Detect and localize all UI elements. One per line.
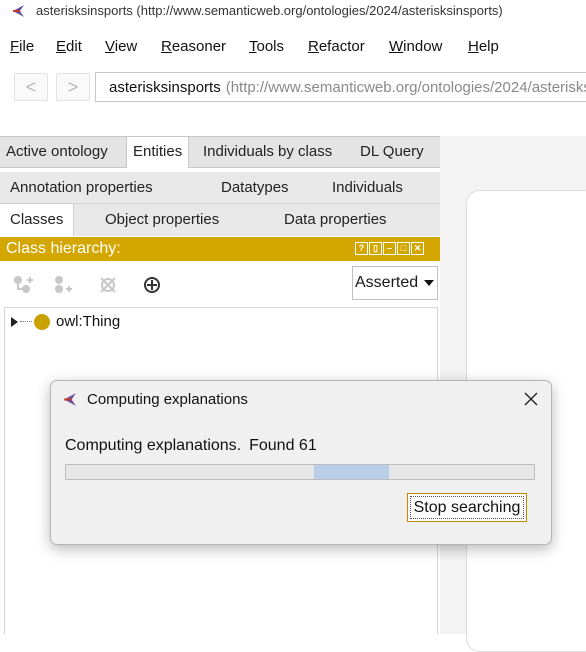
class-options-icon[interactable] [141,274,163,296]
class-bullet-icon [34,313,50,330]
active-ontology-selector[interactable]: asterisksinsports (http://www.semanticwe… [95,72,586,102]
computing-explanations-dialog: Computing explanations Computing explana… [50,380,552,545]
entity-subtabs-row2: Classes Object properties Data propertie… [0,204,440,236]
window-titlebar: asterisksinsports (http://www.semanticwe… [0,0,586,22]
menu-refactor[interactable]: Refactor [308,38,365,55]
class-hierarchy-header: Class hierarchy: ? ▯ – □ ✕ [0,237,440,261]
close-view-icon[interactable]: ✕ [411,242,424,255]
tab-individuals-by-class[interactable]: Individuals by class [197,137,338,167]
back-button[interactable]: < [14,73,48,101]
tab-datatypes[interactable]: Datatypes [221,172,289,204]
tab-classes[interactable]: Classes [0,204,75,236]
main-tabs: Active ontology Entities Individuals by … [0,136,440,168]
protege-app-icon [13,5,24,17]
tab-dl-query[interactable]: DL Query [354,137,430,167]
progress-bar [65,464,535,480]
dialog-title: Computing explanations [87,391,248,408]
hierarchy-mode-dropdown[interactable]: Asserted [352,266,438,300]
tab-entities[interactable]: Entities [126,137,190,168]
protege-app-icon [64,393,76,406]
stop-searching-button[interactable]: Stop searching [407,493,527,522]
menu-bar: File Edit View Reasoner Tools Refactor W… [0,34,586,60]
menu-tools[interactable]: Tools [249,38,284,55]
menu-reasoner[interactable]: Reasoner [161,38,226,55]
dialog-titlebar: Computing explanations [51,381,551,417]
tree-node[interactable]: owl:Thing [11,313,120,330]
tab-data-properties[interactable]: Data properties [284,204,387,236]
minimize-view-icon[interactable]: – [383,242,396,255]
delete-class-icon[interactable] [97,274,119,296]
split-view-icon[interactable]: ▯ [369,242,382,255]
progress-bar-fill [314,465,389,479]
maximize-view-icon[interactable]: □ [397,242,410,255]
dialog-message: Computing explanations. Found 61 [65,437,317,455]
menu-window[interactable]: Window [389,38,442,55]
menu-help[interactable]: Help [468,38,499,55]
chevron-down-icon [424,280,434,286]
navigation-bar: < > asterisksinsports (http://www.semant… [0,66,586,106]
status-text: Computing explanations. [65,437,242,454]
entity-subtabs-row1: Annotation properties Datatypes Individu… [0,172,440,204]
tab-individuals[interactable]: Individuals [332,172,403,204]
tab-object-properties[interactable]: Object properties [105,204,219,236]
forward-button[interactable]: > [56,73,90,101]
menu-view[interactable]: View [105,38,137,55]
help-view-icon[interactable]: ? [355,242,368,255]
window-title: asterisksinsports (http://www.semanticwe… [36,3,503,18]
expand-arrow-icon[interactable] [11,316,18,327]
hierarchy-mode-value: Asserted [355,274,419,291]
tree-node-label: owl:Thing [56,313,121,330]
add-subclass-icon[interactable] [12,274,34,296]
tab-annotation-properties[interactable]: Annotation properties [10,172,153,204]
menu-file[interactable]: File [10,38,34,55]
close-icon[interactable] [521,389,541,409]
found-count: Found 61 [249,437,317,454]
ontology-name: asterisksinsports [109,78,221,96]
tab-active-ontology[interactable]: Active ontology [0,137,114,167]
add-sibling-class-icon[interactable] [52,274,74,296]
ontology-iri: (http://www.semanticweb.org/ontologies/2… [225,78,586,96]
tree-connector [20,321,32,322]
class-hierarchy-title: Class hierarchy: [6,240,121,257]
view-window-buttons: ? ▯ – □ ✕ [355,242,424,255]
menu-edit[interactable]: Edit [56,38,82,55]
